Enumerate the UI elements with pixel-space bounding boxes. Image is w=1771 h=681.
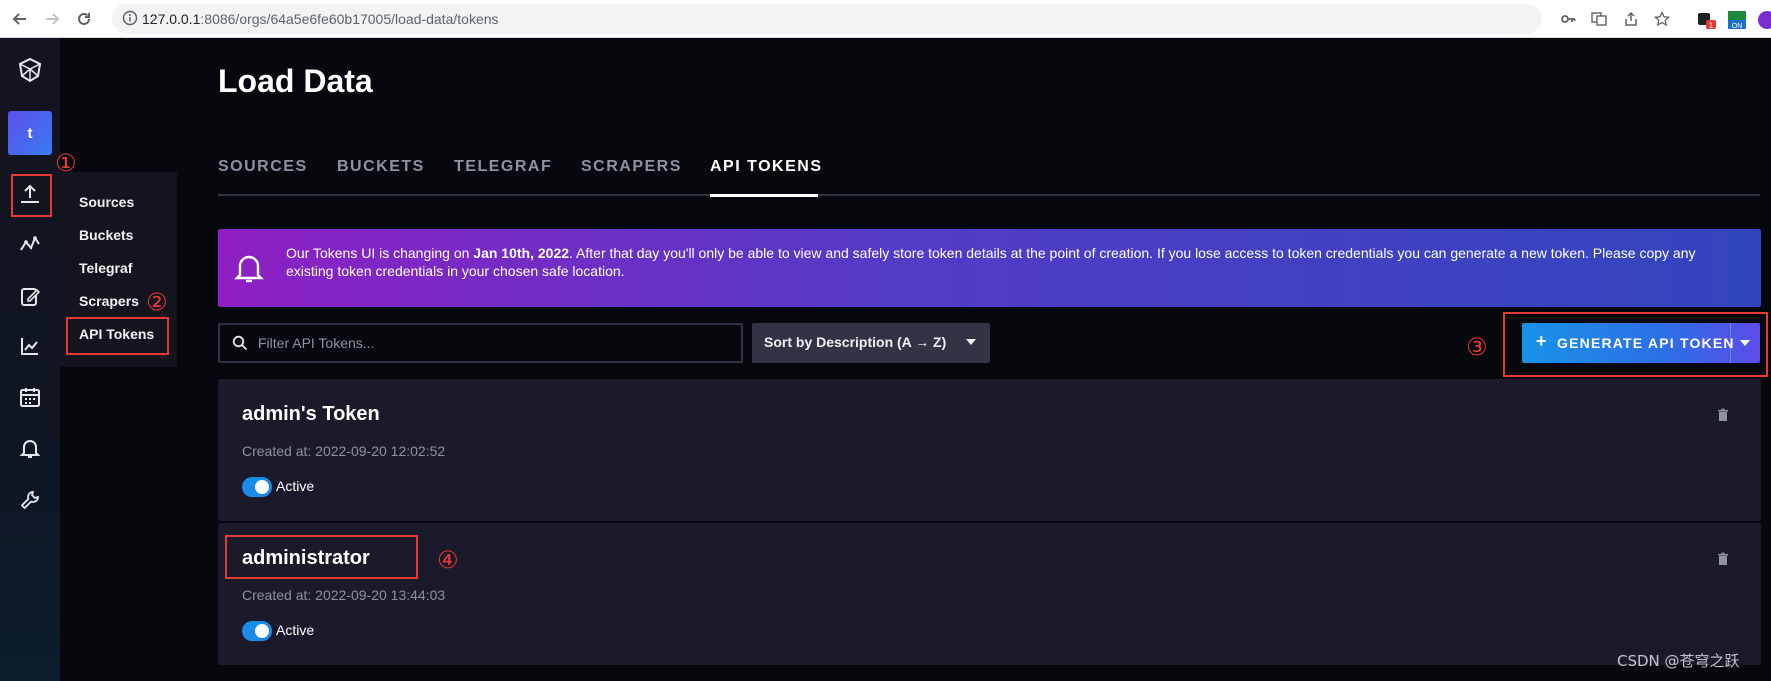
org-badge[interactable]: t: [8, 111, 52, 155]
star-icon[interactable]: [1653, 10, 1671, 27]
site-info-icon[interactable]: [122, 10, 138, 30]
trash-icon[interactable]: [1715, 407, 1731, 423]
notebooks-icon[interactable]: [14, 280, 46, 312]
token-created-at: Created at: 2022-09-20 13:44:03: [242, 587, 446, 603]
toggle-knob: [255, 480, 269, 494]
key-icon[interactable]: [1560, 11, 1576, 27]
token-card[interactable]: admin's Token Created at: 2022-09-20 12:…: [218, 379, 1761, 521]
token-status-label: Active: [276, 622, 315, 638]
tab-sources[interactable]: SOURCES: [218, 158, 308, 176]
data-explorer-icon[interactable]: [14, 229, 46, 261]
org-initial: t: [27, 124, 33, 142]
influxdb-logo-icon[interactable]: [14, 54, 46, 86]
highlight-administrator-token: [225, 535, 418, 579]
submenu-telegraf[interactable]: Telegraf: [79, 260, 132, 276]
token-name[interactable]: admin's Token: [242, 403, 380, 426]
active-tab-indicator: [710, 194, 818, 197]
url-text: 127.0.0.1:8086/orgs/64a5e6fe60b17005/loa…: [142, 11, 499, 27]
highlight-load-data: [11, 174, 52, 217]
address-bar[interactable]: 127.0.0.1:8086/orgs/64a5e6fe60b17005/loa…: [112, 4, 1671, 34]
translate-icon[interactable]: [1591, 11, 1607, 27]
filter-tokens-field[interactable]: [218, 323, 743, 363]
back-icon[interactable]: [8, 7, 32, 31]
settings-wrench-icon[interactable]: [14, 484, 46, 516]
toggle-knob: [255, 624, 269, 638]
tokens-notice-banner: Our Tokens UI is changing on Jan 10th, 2…: [218, 229, 1761, 307]
tasks-calendar-icon[interactable]: [14, 381, 46, 413]
extension-on-icon[interactable]: ON: [1727, 10, 1747, 30]
forward-icon[interactable]: [40, 7, 64, 31]
annotation-2: ②: [146, 288, 168, 316]
annotation-4: ④: [437, 546, 459, 574]
alerts-bell-icon[interactable]: [14, 432, 46, 464]
dashboards-icon[interactable]: [14, 330, 46, 362]
submenu-sources[interactable]: Sources: [79, 194, 134, 210]
sort-dropdown[interactable]: Sort by Description (A → Z): [752, 323, 990, 363]
svg-text:1: 1: [1709, 21, 1714, 30]
token-active-toggle[interactable]: [242, 621, 272, 641]
search-icon: [232, 335, 248, 355]
reload-icon[interactable]: [72, 7, 96, 31]
trash-icon[interactable]: [1715, 551, 1731, 567]
banner-message: Our Tokens UI is changing on Jan 10th, 2…: [286, 245, 1696, 279]
left-navigation: t: [0, 38, 60, 681]
highlight-api-tokens: [66, 317, 169, 355]
bell-icon: [232, 251, 266, 285]
chevron-down-icon: [966, 339, 976, 345]
sort-dropdown-label: Sort by Description (A → Z): [764, 334, 947, 350]
tab-api-tokens[interactable]: API TOKENS: [710, 158, 823, 176]
tab-buckets[interactable]: BUCKETS: [337, 158, 425, 176]
watermark: CSDN @苍穹之跃: [1617, 652, 1740, 670]
share-icon[interactable]: [1623, 11, 1639, 27]
highlight-generate-button: [1503, 312, 1768, 377]
submenu-buckets[interactable]: Buckets: [79, 227, 133, 243]
browser-toolbar: 127.0.0.1:8086/orgs/64a5e6fe60b17005/loa…: [0, 0, 1771, 38]
token-status-label: Active: [276, 478, 315, 494]
profile-icon[interactable]: [1757, 10, 1771, 30]
svg-text:ON: ON: [1732, 23, 1743, 30]
tab-scrapers[interactable]: SCRAPERS: [581, 158, 682, 176]
token-active-toggle[interactable]: [242, 477, 272, 497]
filter-tokens-input[interactable]: [258, 333, 728, 353]
token-created-at: Created at: 2022-09-20 12:02:52: [242, 443, 446, 459]
annotation-3: ③: [1466, 333, 1488, 361]
page-title: Load Data: [218, 63, 373, 99]
load-data-tabs: SOURCES BUCKETS TELEGRAF SCRAPERS API TO…: [218, 150, 1760, 197]
extension-icon[interactable]: 1: [1697, 10, 1717, 30]
tab-telegraf[interactable]: TELEGRAF: [454, 158, 552, 176]
submenu-scrapers[interactable]: Scrapers: [79, 293, 139, 309]
token-card[interactable]: administrator Created at: 2022-09-20 13:…: [218, 523, 1761, 665]
